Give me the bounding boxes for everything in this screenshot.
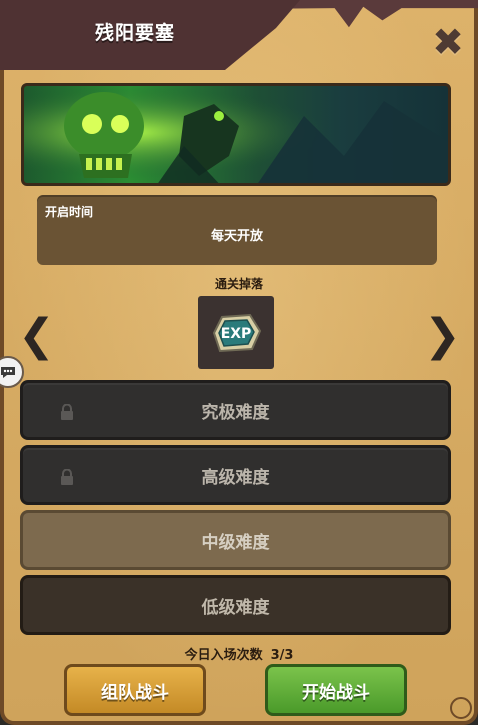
start-battle-label: 开始战斗 <box>302 682 370 703</box>
open-time-label: 开启时间 <box>45 205 94 219</box>
start-battle-button[interactable]: 开始战斗 <box>265 664 407 716</box>
drop-item-exp[interactable]: EXP <box>198 296 274 369</box>
daily-entries-label: 今日入场次数 <box>184 648 263 663</box>
chevron-right-icon: ❯ <box>424 310 461 361</box>
drops-label: 通关掉落 <box>214 277 263 291</box>
open-time-box: 开启时间 每天开放 <box>37 195 437 265</box>
difficulty-ultimate-button[interactable]: 究极难度 <box>20 380 451 440</box>
corner-ornament <box>450 697 472 719</box>
chevron-left-icon: ❮ <box>18 310 55 361</box>
dungeon-banner-image <box>21 83 451 186</box>
next-arrow-button[interactable]: ❯ <box>424 314 461 358</box>
prev-arrow-button[interactable]: ❮ <box>18 314 55 358</box>
difficulty-low-button[interactable]: 低级难度 <box>20 575 451 635</box>
daily-entries-count: 3/3 <box>270 648 294 663</box>
difficulty-high-button[interactable]: 高级难度 <box>20 445 451 505</box>
difficulty-label: 中级难度 <box>201 532 270 553</box>
difficulty-label: 高级难度 <box>201 467 270 488</box>
exp-token-text: EXP <box>221 326 252 342</box>
team-battle-button[interactable]: 组队战斗 <box>64 664 206 716</box>
lock-icon <box>61 404 73 420</box>
lock-icon <box>61 469 73 485</box>
dungeon-title: 残阳要塞 <box>95 22 176 44</box>
difficulty-label: 究极难度 <box>201 402 270 423</box>
team-battle-label: 组队战斗 <box>101 682 169 703</box>
daily-entries: 今日入场次数 3/3 <box>0 644 478 663</box>
chat-icon <box>1 367 15 378</box>
difficulty-mid-button[interactable]: 中级难度 <box>20 510 451 570</box>
open-time-value: 每天开放 <box>210 229 263 244</box>
difficulty-label: 低级难度 <box>201 597 270 618</box>
exp-token-icon: EXP <box>212 313 262 352</box>
close-icon: ✖ <box>432 20 464 64</box>
banner-art <box>24 86 448 183</box>
close-button[interactable]: ✖ <box>426 20 470 64</box>
